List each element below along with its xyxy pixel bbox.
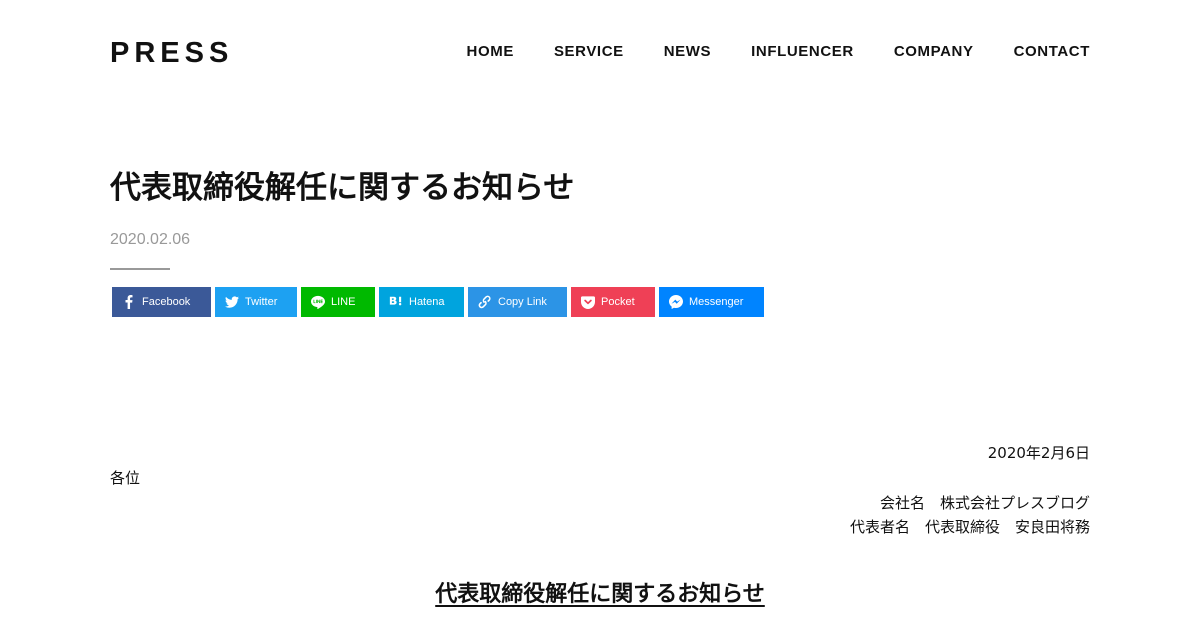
letter-sender: 会社名 株式会社プレスブログ 代表者名 代表取締役 安良田将務 — [850, 491, 1090, 539]
article-date: 2020.02.06 — [110, 231, 191, 248]
nav-news[interactable]: NEWS — [664, 42, 711, 62]
title-divider — [110, 268, 170, 270]
share-hatena-button[interactable]: Hatena — [379, 287, 464, 317]
letter-heading-text: 代表取締役解任に関するお知らせ — [435, 582, 765, 607]
link-icon — [478, 295, 492, 309]
letter-recipient: 各位 — [110, 469, 141, 487]
sender-representative: 代表者名 代表取締役 安良田将務 — [849, 518, 1090, 536]
sender-company: 会社名 株式会社プレスブログ — [879, 494, 1090, 512]
twitter-icon — [225, 295, 239, 309]
share-buttons: Facebook Twitter LINE Hatena Copy Link P… — [112, 287, 764, 317]
article-title: 代表取締役解任に関するお知らせ — [110, 170, 575, 206]
share-pocket-button[interactable]: Pocket — [571, 287, 655, 317]
nav-contact[interactable]: CONTACT — [1014, 42, 1090, 62]
nav-company[interactable]: COMPANY — [894, 42, 974, 62]
share-twitter-label: Twitter — [245, 296, 278, 308]
share-line-button[interactable]: LINE — [301, 287, 375, 317]
share-twitter-button[interactable]: Twitter — [215, 287, 297, 317]
main-nav: HOME SERVICE NEWS INFLUENCER COMPANY CON… — [467, 42, 1090, 62]
share-facebook-label: Facebook — [142, 296, 191, 308]
hatena-icon — [389, 295, 403, 309]
share-copy-link-label: Copy Link — [498, 296, 547, 308]
share-pocket-label: Pocket — [601, 296, 635, 308]
share-messenger-button[interactable]: Messenger — [659, 287, 764, 317]
line-icon — [311, 295, 325, 309]
share-line-label: LINE — [331, 296, 356, 308]
letter-heading: 代表取締役解任に関するお知らせ — [0, 579, 1200, 611]
nav-home[interactable]: HOME — [467, 42, 514, 62]
share-messenger-label: Messenger — [689, 296, 744, 308]
share-copy-link-button[interactable]: Copy Link — [468, 287, 567, 317]
pocket-icon — [581, 295, 595, 309]
messenger-icon — [669, 295, 683, 309]
site-logo[interactable]: PRESS — [110, 36, 233, 70]
nav-influencer[interactable]: INFLUENCER — [751, 42, 854, 62]
share-facebook-button[interactable]: Facebook — [112, 287, 211, 317]
nav-service[interactable]: SERVICE — [554, 42, 624, 62]
share-hatena-label: Hatena — [409, 296, 445, 308]
facebook-icon — [122, 295, 136, 309]
letter-date: 2020年2月6日 — [987, 444, 1090, 462]
